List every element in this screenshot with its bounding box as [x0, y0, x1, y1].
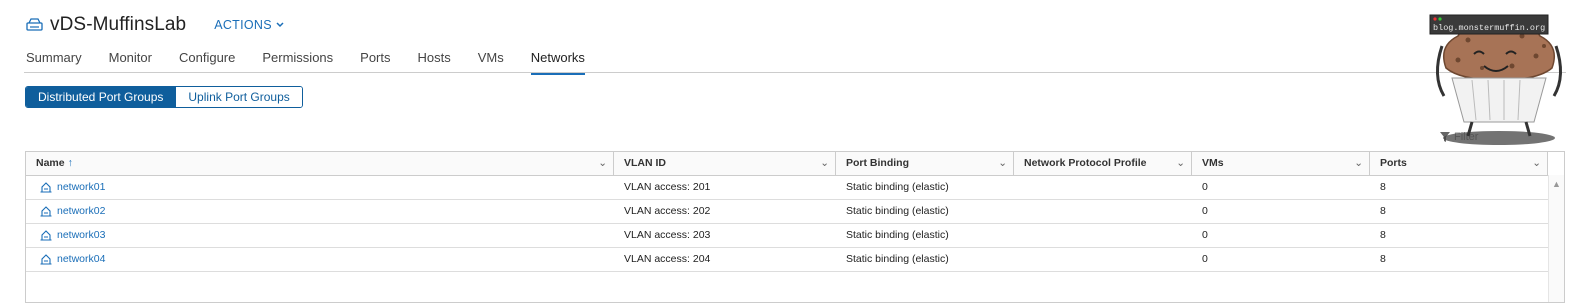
table-row[interactable]: network04 VLAN access: 204 Static bindin… [26, 248, 1548, 272]
name-cell: network01 [26, 176, 614, 199]
distributed-switch-icon [26, 18, 43, 31]
port-group-icon [40, 230, 52, 241]
distributed-port-groups-button[interactable]: Distributed Port Groups [26, 87, 176, 107]
column-menu-chevron-icon[interactable]: ⌄ [1354, 152, 1363, 175]
port-binding-cell: Static binding (elastic) [846, 205, 949, 217]
vlan-cell: VLAN access: 204 [624, 253, 711, 265]
actions-menu-button[interactable]: ACTIONS [214, 18, 284, 32]
tab-summary[interactable]: Summary [26, 48, 82, 72]
vms-cell: 0 [1202, 205, 1208, 217]
port-group-link[interactable]: network04 [57, 248, 105, 271]
column-profile-label: Network Protocol Profile [1024, 157, 1147, 169]
name-cell: network02 [26, 200, 614, 223]
name-cell: network04 [26, 248, 614, 271]
page-title: vDS-MuffinsLab [50, 14, 187, 35]
column-vms-label: VMs [1202, 157, 1224, 169]
table-row[interactable]: network02 VLAN access: 202 Static bindin… [26, 200, 1548, 224]
vms-cell: 0 [1202, 181, 1208, 193]
column-menu-chevron-icon[interactable]: ⌄ [1176, 152, 1185, 175]
chevron-down-icon [276, 22, 284, 28]
table-row[interactable]: network03 VLAN access: 203 Static bindin… [26, 224, 1548, 248]
column-name-label: Name [36, 157, 65, 169]
port-groups-table: Name ↑ ⌄ VLAN ID ⌄ Port Binding ⌄ Network… [25, 151, 1565, 303]
port-group-link[interactable]: network02 [57, 200, 105, 223]
column-header-vms[interactable]: VMs ⌄ [1192, 152, 1370, 175]
vlan-cell: VLAN access: 203 [624, 229, 711, 241]
tabs-divider [24, 72, 1566, 73]
table-scrollbar[interactable]: ▲ [1548, 175, 1564, 302]
column-header-network-protocol-profile[interactable]: Network Protocol Profile ⌄ [1014, 152, 1192, 175]
column-menu-chevron-icon[interactable]: ⌄ [998, 152, 1007, 175]
port-group-link[interactable]: network03 [57, 224, 105, 247]
ports-cell: 8 [1380, 205, 1386, 217]
watermark-text: blog.monstermuffin.org [1433, 23, 1545, 33]
ports-cell: 8 [1380, 253, 1386, 265]
sort-ascending-icon: ↑ [67, 157, 73, 169]
column-ports-label: Ports [1380, 157, 1407, 169]
object-tabs: Summary Monitor Configure Permissions Po… [26, 48, 612, 75]
network-protocol-profile-cell [1014, 224, 1192, 247]
vms-cell: 0 [1202, 229, 1208, 241]
column-header-vlan-id[interactable]: VLAN ID ⌄ [614, 152, 836, 175]
uplink-port-groups-button[interactable]: Uplink Port Groups [175, 87, 302, 107]
tab-permissions[interactable]: Permissions [262, 48, 333, 72]
page-header: vDS-MuffinsLab ACTIONS [26, 12, 284, 38]
column-header-name[interactable]: Name ↑ ⌄ [26, 152, 614, 175]
column-header-port-binding[interactable]: Port Binding ⌄ [836, 152, 1014, 175]
actions-label: ACTIONS [214, 18, 272, 32]
port-group-type-toggle: Distributed Port Groups Uplink Port Grou… [25, 86, 303, 108]
table-header: Name ↑ ⌄ VLAN ID ⌄ Port Binding ⌄ Network… [26, 152, 1548, 176]
column-menu-chevron-icon[interactable]: ⌄ [820, 152, 829, 175]
column-menu-chevron-icon[interactable]: ⌄ [1532, 152, 1541, 175]
tab-hosts[interactable]: Hosts [418, 48, 451, 72]
port-group-icon [40, 182, 52, 193]
column-binding-label: Port Binding [846, 157, 909, 169]
column-vlan-label: VLAN ID [624, 157, 666, 169]
vms-cell: 0 [1202, 253, 1208, 265]
name-cell: network03 [26, 224, 614, 247]
column-header-ports[interactable]: Ports ⌄ [1370, 152, 1548, 175]
ports-cell: 8 [1380, 229, 1386, 241]
network-protocol-profile-cell [1014, 176, 1192, 199]
vlan-cell: VLAN access: 202 [624, 205, 711, 217]
port-binding-cell: Static binding (elastic) [846, 253, 949, 265]
port-group-icon [40, 206, 52, 217]
tab-configure[interactable]: Configure [179, 48, 235, 72]
ports-cell: 8 [1380, 181, 1386, 193]
tab-networks[interactable]: Networks [530, 48, 586, 75]
tab-vms[interactable]: VMs [478, 48, 504, 72]
tab-monitor[interactable]: Monitor [109, 48, 152, 72]
scroll-up-icon[interactable]: ▲ [1552, 179, 1561, 189]
network-protocol-profile-cell [1014, 248, 1192, 271]
tab-ports[interactable]: Ports [360, 48, 390, 72]
port-binding-cell: Static binding (elastic) [846, 229, 949, 241]
port-group-icon [40, 254, 52, 265]
monstermuffin-watermark-logo: blog.monstermuffin.org [1429, 14, 1562, 145]
network-protocol-profile-cell [1014, 200, 1192, 223]
table-row[interactable]: network01 VLAN access: 201 Static bindin… [26, 176, 1548, 200]
vlan-cell: VLAN access: 201 [624, 181, 711, 193]
port-group-link[interactable]: network01 [57, 176, 105, 199]
column-menu-chevron-icon[interactable]: ⌄ [598, 152, 607, 175]
port-binding-cell: Static binding (elastic) [846, 181, 949, 193]
